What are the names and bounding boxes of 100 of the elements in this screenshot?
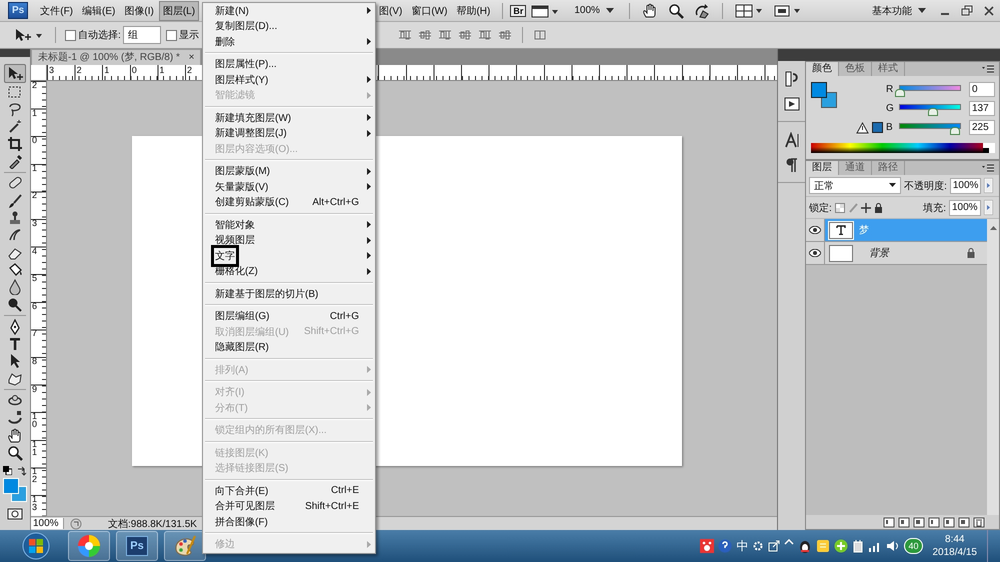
channel-value-field[interactable]: 0 [969, 82, 995, 97]
color-swatches[interactable] [811, 82, 837, 108]
layer-action-icon[interactable] [973, 516, 985, 528]
checkbox[interactable] [65, 30, 76, 40]
menu-entry[interactable]: 栅格化(Z) [203, 264, 375, 279]
taskbar-app-button[interactable] [68, 531, 110, 561]
layer-action-icon[interactable] [943, 516, 955, 528]
plus-icon[interactable] [834, 539, 848, 553]
launch-icon[interactable] [768, 540, 780, 552]
device-icon[interactable] [852, 539, 864, 553]
menu-entry[interactable]: 新建调整图层(J) [203, 126, 375, 141]
panel-tab[interactable]: 图层 [806, 161, 839, 175]
blend-mode-dropdown[interactable]: 正常 [809, 177, 902, 194]
help-icon[interactable] [718, 539, 732, 553]
panel-tab[interactable]: 色板 [839, 62, 872, 76]
align-icon[interactable] [398, 28, 412, 42]
scroll-up-icon[interactable] [990, 225, 996, 230]
zoom-field[interactable]: 100% [31, 518, 64, 529]
menu-entry[interactable]: 删除 [203, 34, 375, 50]
status-badge[interactable]: 40 [904, 538, 922, 554]
menu-entry[interactable]: 合并可见图层 Shift+Ctrl+E [203, 498, 375, 514]
document-tab[interactable]: 未标题-1 @ 100% (梦, RGB/8) * × [31, 49, 202, 65]
menu-entry[interactable]: 拼合图像(F) [203, 514, 375, 530]
notepad-icon[interactable] [816, 539, 830, 553]
menu-entry[interactable]: 创建剪贴蒙版(C) Alt+Ctrl+G [203, 194, 375, 210]
web-color-swatch[interactable] [872, 122, 883, 133]
eye-icon[interactable] [809, 226, 821, 234]
move-tool-icon[interactable] [13, 27, 43, 43]
menu-entry[interactable]: 图层属性(P)... [203, 56, 375, 72]
auto-align-icon[interactable] [532, 28, 547, 42]
fill-slider-button[interactable] [984, 200, 993, 215]
menu-entry[interactable]: 矢量蒙版(V) [203, 179, 375, 194]
move-tool-icon[interactable] [4, 64, 26, 84]
menu-entry[interactable]: 视频图层 [203, 232, 375, 248]
zoom-icon[interactable] [668, 2, 684, 18]
color-swatches[interactable] [3, 478, 27, 502]
channel-value-field[interactable]: 137 [969, 101, 995, 116]
eye-icon[interactable] [809, 249, 821, 257]
lock-all-icon[interactable] [874, 202, 883, 212]
history-panel-icon[interactable] [784, 71, 800, 87]
align-icon[interactable] [438, 28, 452, 42]
screen-mode-icon[interactable] [772, 4, 801, 18]
paragraph-panel-icon[interactable] [786, 158, 798, 172]
taskbar-app-button[interactable] [164, 531, 206, 561]
rotate-view-icon[interactable] [694, 2, 710, 18]
paw-icon[interactable] [700, 539, 714, 553]
menu-item[interactable]: 文件(F) [36, 0, 78, 20]
actions-panel-icon[interactable] [784, 97, 800, 111]
menu-item[interactable]: 帮助(H) [452, 0, 494, 20]
layer-action-icon[interactable] [898, 516, 910, 528]
layer-action-icon[interactable] [958, 516, 970, 528]
menu-entry[interactable]: 图层蒙版(M) [203, 164, 375, 179]
align-icon[interactable] [418, 28, 432, 42]
color-spectrum[interactable] [811, 143, 995, 153]
menu-entry[interactable]: 向下合并(E) Ctrl+E [203, 483, 375, 498]
fill-field[interactable]: 100% [949, 200, 981, 216]
menu-item[interactable]: 图层(L) [158, 0, 200, 20]
menu-entry[interactable]: 图层编组(G) Ctrl+G [203, 308, 375, 324]
menu-item[interactable]: 图(V) [375, 0, 406, 20]
menu-entry[interactable]: 隐藏图层(R) [203, 340, 375, 355]
align-icon[interactable] [458, 28, 472, 42]
opacity-field[interactable]: 100% [950, 178, 982, 194]
layer-row[interactable]: 背景 [806, 242, 987, 265]
lock-position-icon[interactable] [860, 202, 871, 212]
restore-icon[interactable] [961, 4, 973, 16]
menu-entry[interactable]: 新建填充图层(W) [203, 110, 375, 126]
volume-icon[interactable] [886, 540, 900, 552]
workspace-dropdown[interactable]: 基本功能 [872, 4, 912, 18]
taskbar-app-button[interactable]: Ps [116, 531, 158, 561]
auto-select-dropdown[interactable]: 组 [122, 26, 161, 44]
panel-menu-icon[interactable] [982, 65, 994, 73]
lock-transparency-icon[interactable] [834, 202, 845, 212]
app-logo[interactable]: Ps [8, 2, 28, 19]
arrange-documents-icon[interactable] [734, 4, 763, 18]
menu-entry[interactable]: 复制图层(D)... [203, 18, 375, 34]
status-menu-icon[interactable] [70, 518, 82, 530]
panel-tab[interactable]: 通道 [839, 161, 872, 175]
channel-value-field[interactable]: 225 [969, 120, 995, 135]
align-icon[interactable] [498, 28, 512, 42]
panel-tab[interactable]: 路径 [872, 161, 905, 175]
menu-entry[interactable]: 图层样式(Y) [203, 72, 375, 88]
channel-slider[interactable] [899, 122, 961, 134]
quick-mask-icon[interactable] [7, 508, 23, 520]
menu-entry[interactable]: 智能对象 [203, 217, 375, 232]
opacity-slider-button[interactable] [984, 178, 993, 193]
menu-item[interactable]: 窗口(W) [407, 0, 452, 20]
align-icon[interactable] [478, 28, 492, 42]
channel-slider[interactable] [899, 102, 961, 114]
penguin-icon[interactable] [798, 539, 812, 553]
default-colors-icon[interactable] [3, 466, 12, 475]
checkbox[interactable] [166, 30, 177, 40]
menu-entry[interactable]: 新建基于图层的切片(B) [203, 286, 375, 302]
bridge-button[interactable]: Br [510, 4, 526, 16]
character-panel-icon[interactable] [784, 132, 800, 148]
close-icon[interactable]: × [188, 52, 194, 63]
menu-item[interactable]: 编辑(E) [78, 0, 120, 20]
layer-action-icon[interactable] [913, 516, 925, 528]
view-extras-icon[interactable] [531, 4, 560, 18]
menu-entry[interactable]: 新建(N) [203, 3, 375, 18]
zoom-dropdown[interactable]: 100% [574, 5, 600, 16]
